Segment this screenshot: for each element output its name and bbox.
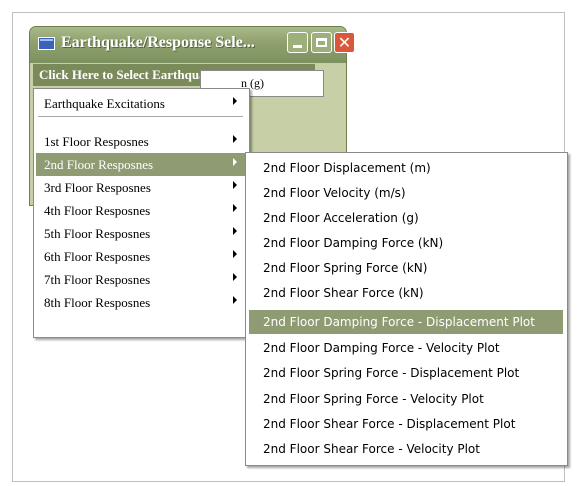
submenu-item[interactable]: 2nd Floor Damping Force - Velocity Plot	[249, 336, 563, 360]
submenu-item-label: 2nd Floor Spring Force - Velocity Plot	[263, 392, 484, 406]
submenu-item[interactable]: 2nd Floor Spring Force - Displacement Pl…	[249, 361, 563, 385]
submenu-arrow-icon	[233, 181, 237, 189]
maximize-icon	[316, 38, 327, 47]
submenu-item-label: 2nd Floor Spring Force - Displacement Pl…	[263, 366, 520, 380]
menu-separator	[38, 116, 243, 117]
minimize-button[interactable]	[287, 32, 308, 53]
menu-item-7th-floor[interactable]: 7th Floor Resposnes	[36, 268, 245, 291]
menu-item-label: 6th Floor Resposnes	[44, 249, 151, 264]
submenu-item-label: 2nd Floor Displacement (m)	[263, 161, 431, 175]
submenu-arrow-icon	[233, 158, 237, 166]
menu-item-label: 7th Floor Resposnes	[44, 272, 151, 287]
menu-item-8th-floor[interactable]: 8th Floor Resposnes	[36, 291, 245, 314]
submenu-item[interactable]: 2nd Floor Shear Force - Displacement Plo…	[249, 412, 563, 436]
submenu-item-label: 2nd Floor Velocity (m/s)	[263, 186, 406, 200]
submenu-item-selected[interactable]: 2nd Floor Damping Force - Displacement P…	[249, 310, 563, 334]
submenu-item-label: 2nd Floor Damping Force (kN)	[263, 236, 444, 250]
submenu-item[interactable]: 2nd Floor Acceleration (g)	[249, 206, 563, 230]
submenu-item[interactable]: 2nd Floor Shear Force - Velocity Plot	[249, 437, 563, 461]
menu-item-label: 8th Floor Resposnes	[44, 295, 151, 310]
menu-item-label: 4th Floor Resposnes	[44, 203, 151, 218]
submenu-item[interactable]: 2nd Floor Shear Force (kN)	[249, 281, 563, 305]
close-button[interactable]: ✕	[334, 32, 355, 53]
submenu-item[interactable]: 2nd Floor Damping Force (kN)	[249, 231, 563, 255]
menu-item-label: 3rd Floor Resposnes	[44, 180, 151, 195]
submenu-item-label: 2nd Floor Shear Force - Displacement Plo…	[263, 417, 516, 431]
submenu-arrow-icon	[233, 296, 237, 304]
submenu-item-label: 2nd Floor Spring Force (kN)	[263, 261, 428, 275]
submenu-item[interactable]: 2nd Floor Spring Force - Velocity Plot	[249, 387, 563, 411]
submenu-item-label: 2nd Floor Acceleration (g)	[263, 211, 419, 225]
submenu-item[interactable]: 2nd Floor Velocity (m/s)	[249, 181, 563, 205]
menu-item-3rd-floor[interactable]: 3rd Floor Resposnes	[36, 176, 245, 199]
maximize-button[interactable]	[311, 32, 332, 53]
submenu-item-label: 2nd Floor Damping Force - Displacement P…	[263, 315, 535, 329]
submenu-arrow-icon	[233, 97, 237, 105]
submenu-arrow-icon	[233, 273, 237, 281]
menu-item-1st-floor[interactable]: 1st Floor Resposnes	[36, 130, 245, 153]
menu-item-6th-floor[interactable]: 6th Floor Resposnes	[36, 245, 245, 268]
window-icon	[38, 37, 55, 50]
submenu-arrow-icon	[233, 250, 237, 258]
submenu-arrow-icon	[233, 204, 237, 212]
menu-item-2nd-floor[interactable]: 2nd Floor Resposnes	[36, 153, 245, 176]
menu-item-5th-floor[interactable]: 5th Floor Resposnes	[36, 222, 245, 245]
submenu-item[interactable]: 2nd Floor Displacement (m)	[249, 156, 563, 180]
menu-item-earthquake-excitations[interactable]: Earthquake Excitations	[36, 92, 245, 115]
submenu-item[interactable]: 2nd Floor Spring Force (kN)	[249, 256, 563, 280]
menu-item-label: 2nd Floor Resposnes	[44, 157, 154, 172]
submenu-item-label: 2nd Floor Shear Force - Velocity Plot	[263, 442, 480, 456]
title-bar[interactable]: Earthquake/Response Sele... ✕	[30, 27, 355, 63]
submenu-arrow-icon	[233, 135, 237, 143]
submenu-2nd-floor: 2nd Floor Displacement (m) 2nd Floor Vel…	[245, 152, 568, 466]
menu-item-label: Earthquake Excitations	[44, 96, 165, 111]
minimize-icon	[293, 45, 302, 48]
close-icon: ✕	[337, 32, 352, 52]
submenu-item-label: 2nd Floor Shear Force (kN)	[263, 286, 424, 300]
menu-item-label: 5th Floor Resposnes	[44, 226, 151, 241]
main-menu: Earthquake Excitations 1st Floor Resposn…	[33, 88, 250, 338]
menu-item-label: 1st Floor Resposnes	[44, 134, 149, 149]
submenu-arrow-icon	[233, 227, 237, 235]
submenu-item-label: 2nd Floor Damping Force - Velocity Plot	[263, 341, 500, 355]
window-title: Earthquake/Response Sele...	[61, 34, 255, 51]
menu-item-4th-floor[interactable]: 4th Floor Resposnes	[36, 199, 245, 222]
